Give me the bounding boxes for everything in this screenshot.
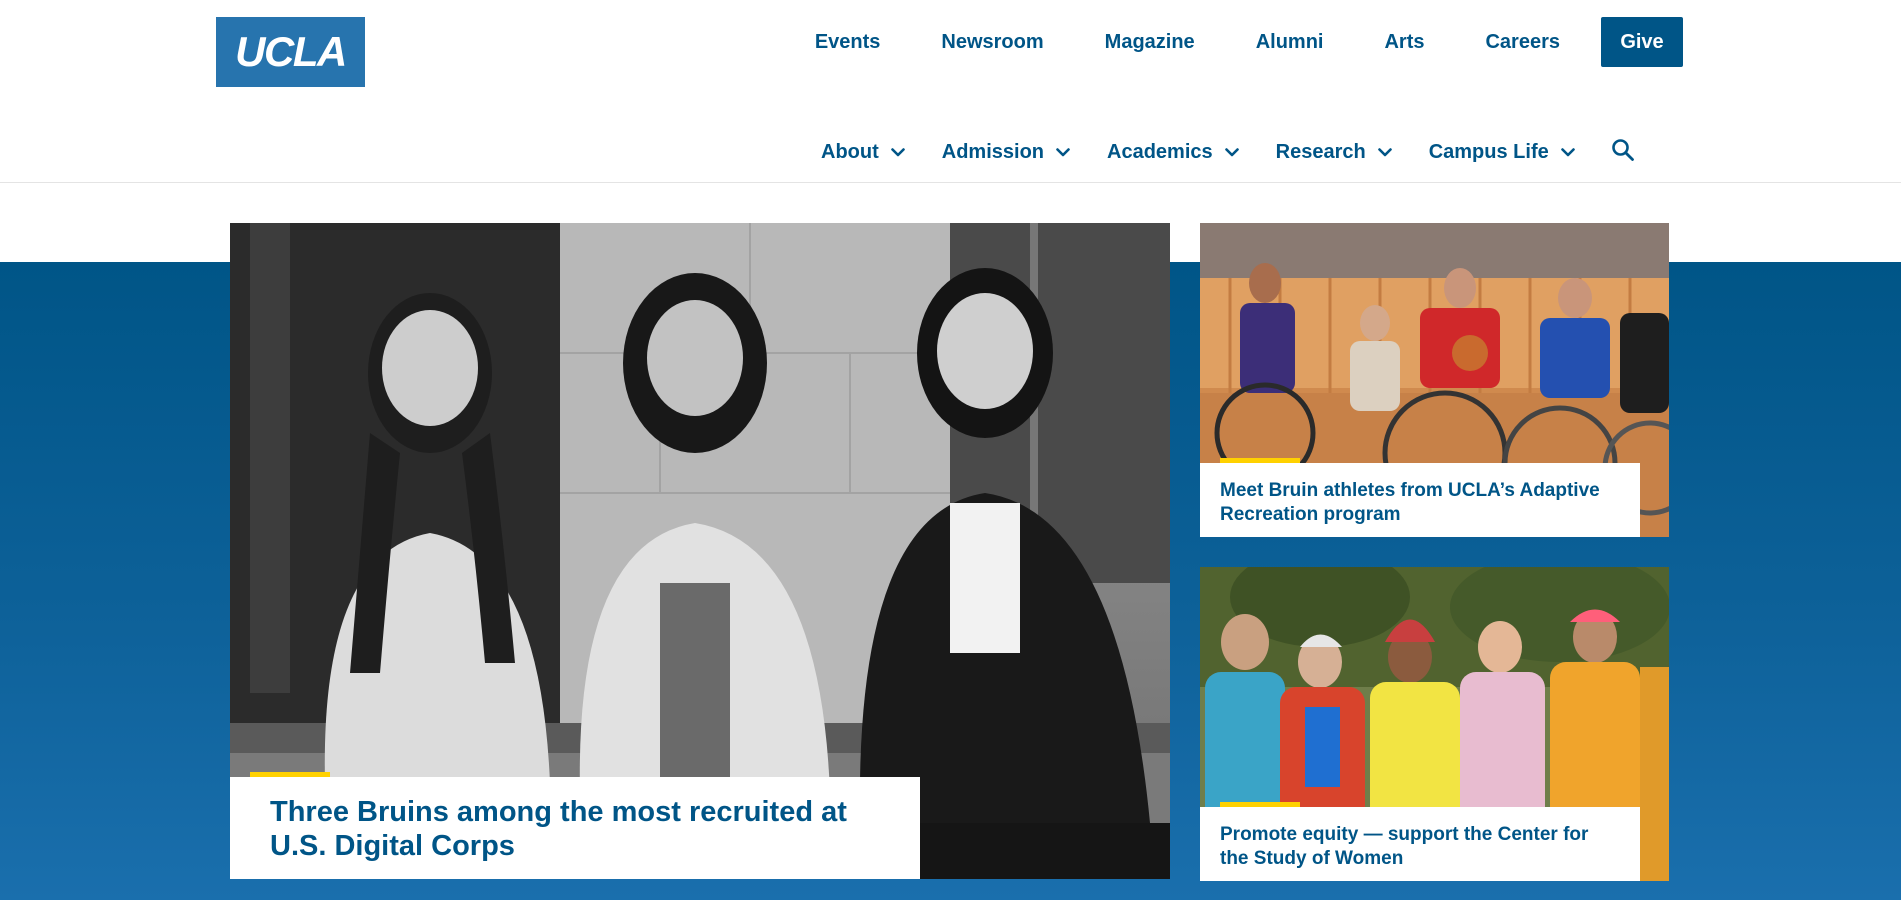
gold-accent-bar: [250, 772, 330, 777]
nav-label: Campus Life: [1428, 140, 1549, 163]
side-story-caption: Meet Bruin athletes from UCLA’s Adaptive…: [1200, 458, 1640, 537]
nav-item-academics[interactable]: Academics: [1107, 141, 1239, 164]
utility-link-alumni[interactable]: Alumni: [1256, 31, 1324, 54]
site-header: UCLA Events Newsroom Magazine Alumni Art…: [0, 0, 1901, 183]
nav-label: Admission: [941, 140, 1045, 163]
utility-link-magazine[interactable]: Magazine: [1105, 31, 1195, 54]
utility-link-newsroom[interactable]: Newsroom: [941, 31, 1043, 54]
give-button[interactable]: Give: [1601, 17, 1683, 67]
nav-item-research[interactable]: Research: [1276, 141, 1392, 164]
utility-nav: Events Newsroom Magazine Alumni Arts Car…: [815, 17, 1683, 67]
logo-text: UCLA: [235, 28, 347, 75]
nav-item-campus-life[interactable]: Campus Life: [1429, 141, 1575, 164]
side-story-card[interactable]: Promote equity — support the Center for …: [1200, 567, 1669, 881]
side-story-link[interactable]: Promote equity — support the Center for …: [1220, 823, 1620, 871]
nav-item-admission[interactable]: Admission: [942, 141, 1070, 164]
nav-label: About: [821, 140, 879, 163]
feature-story-link[interactable]: Three Bruins among the most recruited at…: [270, 795, 880, 863]
feature-story-card[interactable]: Three Bruins among the most recruited at…: [230, 223, 1170, 879]
nav-label: Academics: [1107, 140, 1213, 163]
gold-accent-bar: [1220, 802, 1300, 807]
chevron-down-icon: [1377, 147, 1392, 157]
gold-accent-bar: [1220, 458, 1300, 463]
search-button[interactable]: [1611, 138, 1635, 167]
utility-link-events[interactable]: Events: [815, 31, 881, 54]
nav-item-about[interactable]: About: [821, 141, 905, 164]
nav-label: Research: [1275, 140, 1366, 163]
chevron-down-icon: [1056, 147, 1070, 157]
side-story-link[interactable]: Meet Bruin athletes from UCLA’s Adaptive…: [1220, 479, 1620, 527]
feature-story-caption: Three Bruins among the most recruited at…: [230, 772, 920, 879]
chevron-down-icon: [890, 147, 905, 157]
chevron-down-icon: [1560, 147, 1575, 157]
main-nav: About Admission Academics Research Campu…: [821, 137, 1635, 167]
utility-link-arts[interactable]: Arts: [1384, 31, 1424, 54]
chevron-down-icon: [1224, 147, 1239, 157]
side-story-caption: Promote equity — support the Center for …: [1200, 802, 1640, 881]
side-story-card[interactable]: Meet Bruin athletes from UCLA’s Adaptive…: [1200, 223, 1669, 537]
ucla-logo[interactable]: UCLA: [216, 17, 365, 87]
utility-link-careers[interactable]: Careers: [1485, 31, 1560, 54]
search-icon: [1611, 138, 1635, 167]
